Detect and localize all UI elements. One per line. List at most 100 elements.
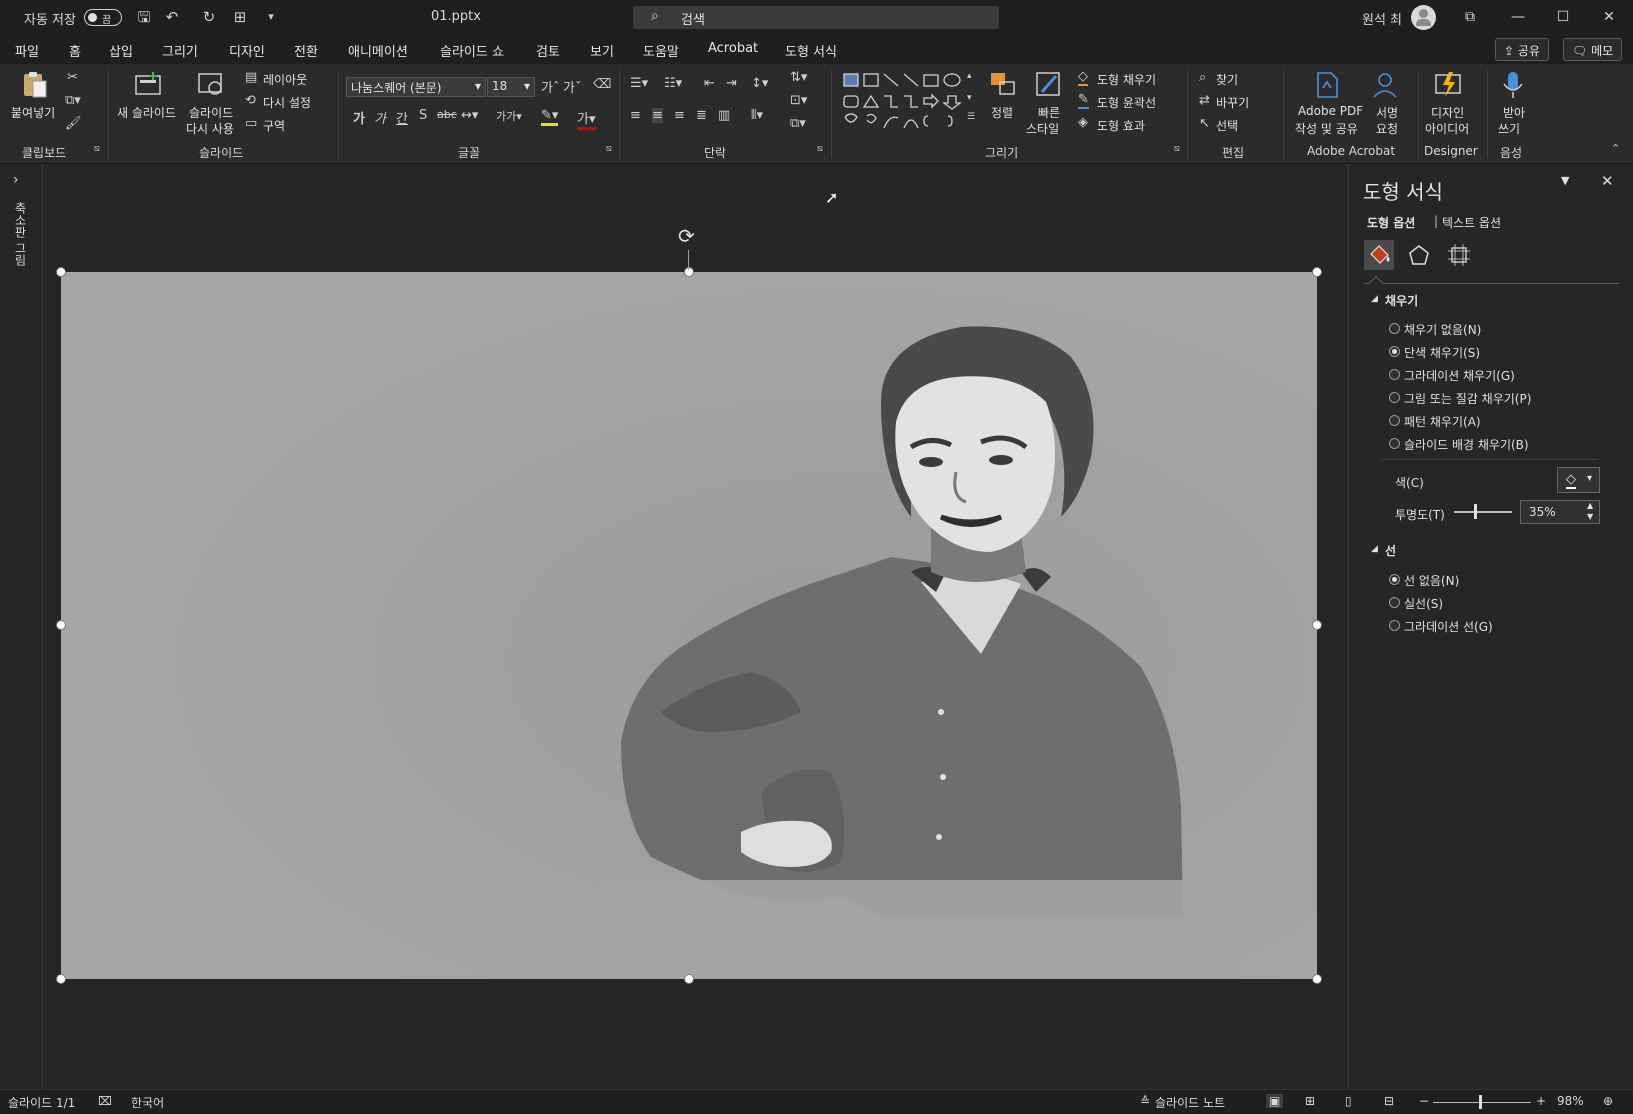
text-direction-icon[interactable]: ⇅▾ (790, 70, 807, 85)
zoom-out-icon[interactable]: − (1419, 1094, 1429, 1108)
minimize-icon[interactable]: — (1506, 6, 1530, 28)
section-icon[interactable]: ▭ (245, 116, 257, 131)
line-section-header[interactable]: 선 (1385, 542, 1396, 559)
find-icon[interactable]: ⌕ (1199, 70, 1206, 85)
reset-icon[interactable]: ⟲ (245, 93, 256, 108)
gallery-more-icon[interactable]: ☰ (967, 112, 975, 122)
pentagon-effects-icon[interactable] (1404, 240, 1434, 270)
italic-icon[interactable]: 가 (374, 108, 386, 127)
shape-fill-button[interactable]: 도형 채우기 (1097, 71, 1156, 88)
user-avatar[interactable] (1411, 5, 1436, 30)
decrease-font-icon[interactable]: 가ˇ (563, 77, 581, 96)
format-painter-icon[interactable]: 🖌 (65, 116, 82, 131)
pane-options-icon[interactable]: ▼ (1561, 174, 1569, 187)
tab-draw[interactable]: 그리기 (162, 41, 198, 60)
tab-slideshow[interactable]: 슬라이드 쇼 (440, 41, 504, 60)
shape-fill-icon[interactable]: ◇ (1078, 69, 1088, 86)
gradient-fill-label[interactable]: 그라데이션 채우기(G) (1404, 367, 1515, 384)
shape-outline-button[interactable]: 도형 윤곽선 (1097, 94, 1156, 111)
clear-format-icon[interactable]: ⌫ (593, 77, 611, 92)
tab-insert[interactable]: 삽입 (109, 41, 133, 60)
fit-to-window-icon[interactable]: ⊕ (1603, 1094, 1613, 1108)
radio-pattern-fill[interactable] (1389, 415, 1400, 426)
quick-styles-icon[interactable] (1034, 70, 1064, 100)
search-input[interactable]: ⌕ 검색 (633, 6, 999, 29)
no-line-label[interactable]: 선 없음(N) (1404, 572, 1459, 589)
normal-view-icon[interactable]: ▣ (1266, 1094, 1284, 1108)
radio-gradient-line[interactable] (1389, 620, 1400, 631)
present-icon[interactable]: ⊞ (231, 8, 249, 26)
picture-fill-label[interactable]: 그림 또는 질감 채우기(P) (1404, 390, 1531, 407)
underline-icon[interactable]: 간 (396, 108, 408, 127)
font-size-select[interactable]: 18 ▾ (487, 77, 535, 97)
shape-outline-icon[interactable]: ✎ (1078, 92, 1089, 109)
reuse-slides-label-1[interactable]: 슬라이드 (189, 104, 233, 121)
change-case-icon[interactable]: 가가▾ (496, 108, 522, 124)
undo-icon[interactable]: ↶ (163, 8, 181, 26)
fill-line-tab[interactable] (1364, 240, 1394, 270)
align-right-icon[interactable]: ≡ (674, 108, 685, 123)
memo-button[interactable]: 🗨 메모 (1563, 38, 1623, 61)
pane-close-icon[interactable]: ✕ (1601, 172, 1614, 190)
reading-view-icon[interactable]: ▯ (1345, 1094, 1352, 1108)
share-button[interactable]: ⇪ 공유 (1495, 38, 1549, 61)
new-slide-icon[interactable] (133, 70, 163, 100)
align-text-icon[interactable]: ⊡▾ (790, 93, 807, 108)
design-ideas-label-2[interactable]: 아이디어 (1425, 120, 1469, 137)
char-spacing-icon[interactable]: ↔▾ (461, 108, 478, 123)
clipboard-launcher-icon[interactable]: ⧅ (94, 144, 100, 154)
resize-handle-e[interactable] (1312, 620, 1322, 630)
slideshow-view-icon[interactable]: ⊟ (1384, 1094, 1394, 1108)
language-indicator[interactable]: 한국어 (131, 1094, 164, 1111)
increase-indent-icon[interactable]: ⇥ (726, 76, 737, 91)
reuse-slides-label-2[interactable]: 다시 사용 (186, 120, 234, 137)
create-pdf-label-2[interactable]: 작성 및 공유 (1295, 120, 1358, 137)
replace-icon[interactable]: ⇄ (1199, 93, 1210, 108)
distributed-icon[interactable]: ▥ (718, 108, 730, 123)
transparency-input[interactable]: 35% ▲ ▼ (1520, 500, 1600, 524)
create-pdf-icon[interactable] (1312, 70, 1342, 100)
fill-section-header[interactable]: 채우기 (1385, 292, 1418, 309)
create-pdf-label-1[interactable]: Adobe PDF (1298, 104, 1363, 118)
spin-down-icon[interactable]: ▼ (1587, 512, 1593, 521)
save-icon[interactable]: 🖫 (135, 8, 153, 26)
tab-transitions[interactable]: 전환 (294, 41, 318, 60)
autosave-toggle[interactable]: 끔 (84, 9, 122, 26)
layout-icon[interactable]: ▤ (245, 70, 257, 85)
tab-review[interactable]: 검토 (536, 41, 560, 60)
zoom-slider-thumb[interactable] (1479, 1095, 1482, 1109)
tab-design[interactable]: 디자인 (229, 41, 265, 60)
redo-icon[interactable]: ↻ (200, 8, 218, 26)
tab-animations[interactable]: 애니메이션 (348, 41, 408, 60)
close-window-icon[interactable]: ✕ (1597, 6, 1621, 28)
solid-line-label[interactable]: 실선(S) (1404, 595, 1443, 612)
tab-help[interactable]: 도움말 (643, 41, 679, 60)
new-slide-button[interactable]: 새 슬라이드 (117, 104, 176, 121)
transparency-slider-thumb[interactable] (1474, 504, 1478, 519)
select-icon[interactable]: ↖ (1199, 116, 1210, 131)
font-name-select[interactable]: 나눔스퀘어 (본문) ▾ (346, 77, 486, 97)
resize-handle-w[interactable] (56, 620, 66, 630)
arrange-button[interactable]: 정렬 (991, 104, 1013, 121)
no-fill-label[interactable]: 채우기 없음(N) (1404, 321, 1481, 338)
resize-handle-nw[interactable] (56, 267, 66, 277)
accessibility-icon[interactable]: ⌧ (98, 1094, 112, 1108)
pattern-fill-label[interactable]: 패턴 채우기(A) (1404, 413, 1481, 430)
numbering-icon[interactable]: ☷▾ (664, 76, 682, 91)
collapse-ribbon-icon[interactable]: ⌃ (1611, 142, 1620, 155)
shape-effects-button[interactable]: 도형 효과 (1097, 117, 1145, 134)
color-picker-button[interactable]: ◇ ▾ (1557, 467, 1600, 493)
radio-picture-fill[interactable] (1389, 392, 1400, 403)
paste-icon[interactable] (20, 70, 50, 100)
tab-view[interactable]: 보기 (590, 41, 614, 60)
solid-fill-label[interactable]: 단색 채우기(S) (1404, 344, 1480, 361)
slide-sorter-icon[interactable]: ⊞ (1305, 1094, 1315, 1108)
quick-styles-label-1[interactable]: 빠른 (1038, 104, 1060, 121)
collapse-fill-icon[interactable]: ◢ (1371, 294, 1378, 304)
radio-slide-bg-fill[interactable] (1389, 438, 1400, 449)
transparency-slider-track[interactable] (1454, 511, 1512, 513)
spin-up-icon[interactable]: ▲ (1587, 501, 1593, 510)
shape-effects-icon[interactable]: ◈ (1078, 115, 1088, 130)
size-properties-icon[interactable] (1444, 240, 1474, 270)
drawing-launcher-icon[interactable]: ⧅ (1174, 144, 1180, 154)
